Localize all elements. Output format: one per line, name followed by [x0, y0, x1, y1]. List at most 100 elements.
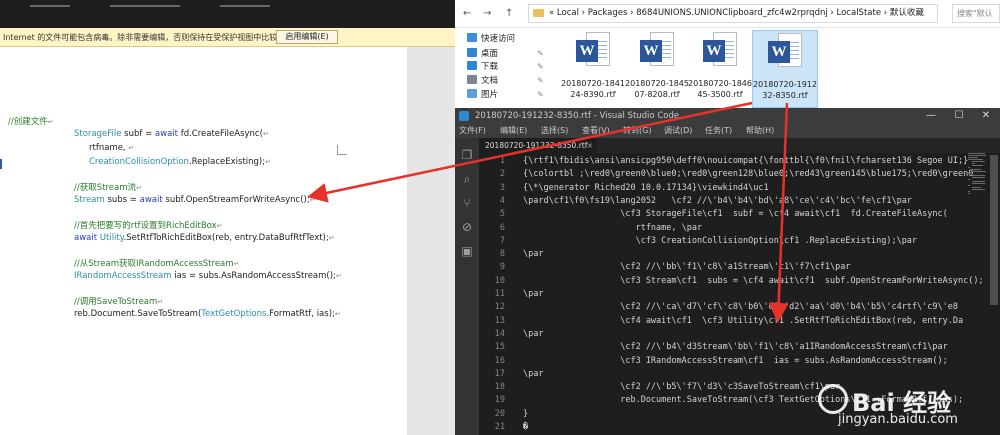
minimap-line	[968, 191, 970, 192]
code-token: //获取Stream流	[74, 183, 136, 193]
menu-item[interactable]: 调试(D)	[664, 124, 692, 138]
minimap-line	[968, 155, 986, 156]
sidebar-item-folder[interactable]: 图片 ✎	[467, 89, 544, 101]
tab-close-icon[interactable]: ×	[587, 138, 593, 153]
code-token: rtfname,	[89, 143, 129, 153]
tab-rtf-file[interactable]: 20180720-191232-8350.rtf ×	[479, 138, 597, 153]
menu-item[interactable]: 查看(V)	[582, 124, 610, 138]
line-number: 1	[499, 156, 505, 166]
back-arrow-icon[interactable]: ←	[463, 8, 471, 19]
minimap-line	[972, 181, 985, 182]
code-line: }	[523, 408, 529, 419]
forward-arrow-icon[interactable]: →	[483, 8, 491, 19]
code-token: await	[139, 195, 163, 205]
code-line: \par	[523, 289, 544, 299]
file-name: 20180720-1841 24-8390.rtf	[561, 79, 625, 99]
folder-icon	[467, 75, 477, 84]
minimize-icon[interactable]: —	[917, 108, 945, 124]
extensions-icon[interactable]: ▣	[460, 244, 474, 258]
maximize-icon[interactable]: ☐	[945, 108, 973, 124]
line-number: 20	[494, 408, 505, 419]
code-token: ias = subs.AsRandomAccessStream();	[171, 271, 336, 281]
minimap-line	[972, 161, 985, 162]
screenshot-root: i Internet 的文件可能包含病毒。除非需要编辑，否则保持在受保护视图中比…	[0, 0, 1000, 435]
file-item[interactable]: W 20180720-1846 45-3500.rtf	[687, 30, 753, 108]
menu-item[interactable]: 选择(S)	[541, 124, 568, 138]
line-number: 2	[499, 169, 505, 180]
document-line: CreationCollisionOption.ReplaceExisting)…	[89, 157, 271, 167]
document-page[interactable]: //创建文件↵ StorageFile subf = await fd.Creat…	[0, 47, 407, 435]
word-document-icon: W	[574, 32, 612, 74]
enable-editing-button[interactable]: 启用编辑(E)	[276, 30, 338, 44]
code-token: //创建文件	[8, 117, 48, 127]
document-line: Stream subs = await subf.OpenStreamForWr…	[74, 195, 316, 205]
menu-item[interactable]: 转到(G)	[623, 124, 651, 138]
source-control-icon[interactable]: ⑂	[460, 196, 474, 210]
menu-item[interactable]: 任务(T)	[705, 124, 732, 138]
activity-bar: ❐ ⌕ ⑂ ⊘ ▣	[455, 138, 479, 435]
code-token: CreationCollisionOption	[89, 157, 189, 167]
code-token: Utility	[99, 233, 124, 243]
document-scroll-area[interactable]	[407, 47, 455, 435]
menu-bar: 文件(F) 编辑(E) 选择(S) 查看(V) 转到(G) 调试(D) 任务(T) 帮助(H)	[455, 124, 1000, 138]
file-item[interactable]: W 20180720-1841 24-8390.rtf	[560, 30, 626, 108]
search-icon[interactable]: ⌕	[460, 172, 474, 186]
title-strip-segment	[220, 5, 270, 7]
word-badge: W	[576, 40, 598, 62]
menu-item[interactable]: 帮助(H)	[746, 124, 774, 138]
code-line: �	[523, 422, 529, 432]
menu-item[interactable]: 文件(F)	[459, 124, 486, 138]
code-line: {\colortbl ;\red0\green0\blue0;\red0\gre…	[523, 169, 974, 180]
minimap-line	[968, 173, 970, 174]
paragraph-mark: ↵	[128, 144, 135, 152]
line-number: 12	[494, 302, 505, 313]
sidebar-item-label: 图片	[481, 90, 499, 100]
line-number: 10	[494, 275, 505, 286]
search-input[interactable]: 搜索"默认	[952, 4, 1000, 23]
code-token: reb.Document.SaveToStream(	[74, 309, 202, 319]
sidebar-item-quick-access[interactable]: 快速访问	[467, 33, 515, 45]
editor-scrollbar[interactable]	[988, 153, 1000, 435]
word-badge: W	[768, 41, 790, 63]
vscode-titlebar: 20180720-191232-8350.rtf - Visual Studio…	[455, 108, 1000, 124]
minimap[interactable]	[968, 153, 988, 233]
line-number: 9	[499, 262, 505, 273]
file-item[interactable]: W 20180720-1845 07-8208.rtf	[624, 30, 690, 108]
code-token: .FormatRtf, ias);	[266, 309, 335, 319]
minimap-line	[972, 163, 975, 164]
protected-view-bar: i Internet 的文件可能包含病毒。除非需要编辑，否则保持在受保护视图中比…	[0, 28, 455, 47]
file-name: 20180720-1846 45-3500.rtf	[688, 79, 752, 99]
sidebar-item-folder[interactable]: 文档 ✎	[467, 75, 544, 87]
line-number: 13	[494, 315, 505, 326]
document-line: reb.Document.SaveToStream(TextGetOptions…	[74, 309, 341, 319]
baidu-paw-logo	[818, 384, 848, 414]
minimap-line	[968, 167, 970, 168]
sidebar-item-folder[interactable]: 下载 ✎	[467, 61, 544, 73]
paragraph-mark: ↵	[47, 118, 54, 126]
close-icon[interactable]: ✕	[972, 108, 1000, 124]
scrollbar-thumb[interactable]	[990, 155, 998, 305]
sidebar-item-label: 桌面	[481, 49, 499, 59]
minimap-line	[968, 157, 978, 158]
word-badge: W	[640, 40, 662, 62]
code-token: IRandomAccessStream	[74, 271, 172, 281]
file-item[interactable]: W 20180720-1912 32-8350.rtf	[752, 30, 818, 108]
minimap-line	[968, 159, 984, 160]
file-name: 20180720-1845 07-8208.rtf	[625, 79, 689, 99]
code-line: \cf4 await\cf1 \cf3 Utility\cf1 .SetRtfT…	[523, 315, 964, 326]
code-line: \par	[523, 249, 544, 260]
sidebar-item-folder[interactable]: 桌面 ✎	[467, 48, 544, 60]
line-number: 3	[499, 182, 505, 193]
debug-icon[interactable]: ⊘	[460, 220, 474, 234]
menu-item[interactable]: 编辑(E)	[500, 124, 527, 138]
up-arrow-icon[interactable]: ↑	[505, 8, 513, 19]
code-line: \par	[523, 328, 544, 339]
address-bar[interactable]: « Local › Packages › 8684UNIONS.UNIONCli…	[528, 4, 938, 23]
code-line: \cf3 CreationCollisionOption\cf1 .Replac…	[523, 235, 918, 246]
paragraph-mark: ↵	[265, 158, 271, 166]
minimap-line	[968, 179, 970, 180]
explorer-icon[interactable]: ❐	[460, 148, 474, 162]
watermark-url: jingyan.baidu.com	[838, 412, 958, 427]
document-line: IRandomAccessStream ias = subs.AsRandomA…	[74, 271, 342, 281]
minimap-line	[972, 175, 986, 176]
